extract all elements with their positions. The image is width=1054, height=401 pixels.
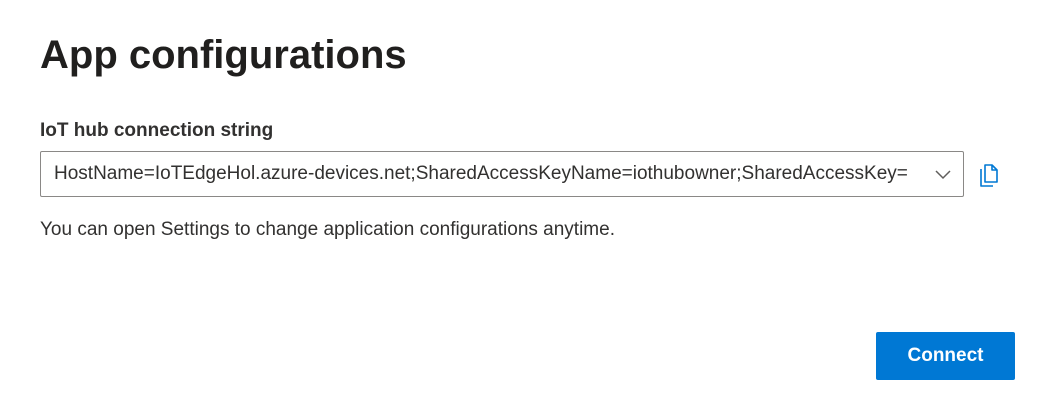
connection-string-label: IoT hub connection string [40, 120, 274, 141]
help-text: You can open Settings to change applicat… [40, 219, 615, 240]
chevron-down-icon [933, 164, 953, 184]
connect-button[interactable]: Connect [876, 332, 1015, 380]
copy-icon[interactable] [974, 159, 1006, 191]
connection-string-value: HostName=IoTEdgeHol.azure-devices.net;Sh… [54, 163, 908, 184]
connection-string-dropdown[interactable]: HostName=IoTEdgeHol.azure-devices.net;Sh… [40, 151, 964, 197]
page-title: App configurations [40, 33, 407, 77]
